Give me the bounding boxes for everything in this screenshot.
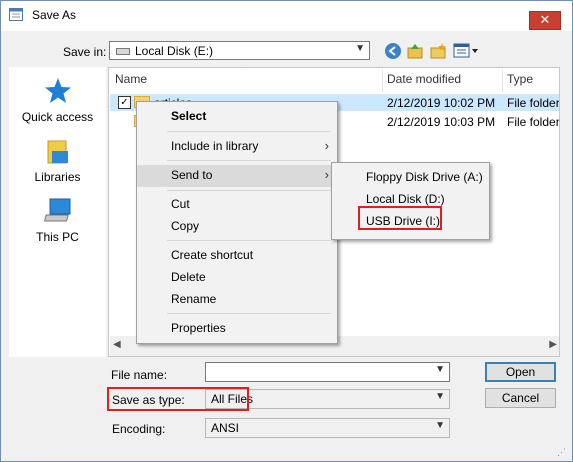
scroll-right-icon[interactable]: ▶ [549,339,557,350]
computer-icon [43,198,70,222]
column-divider[interactable] [382,70,383,92]
notepad-icon [9,8,23,21]
row-checkbox[interactable]: ✓ [118,96,131,109]
sidebar-item-this-pc[interactable]: This PC [9,197,106,244]
encoding-label: Encoding: [112,422,166,436]
file-type: File folder [507,115,560,129]
menu-separator [167,131,331,132]
close-button[interactable]: ✕ [529,11,561,30]
menu-item-cut[interactable]: Cut [137,194,337,216]
sidebar-item-libraries[interactable]: Libraries [9,139,106,184]
column-header-type[interactable]: Type [507,72,533,86]
menu-item-properties[interactable]: Properties [137,318,337,340]
menu-item-delete[interactable]: Delete [137,267,337,289]
encoding-dropdown[interactable]: ANSI ▼ [205,418,450,438]
chevron-down-icon: ▼ [435,420,445,431]
open-button[interactable]: Open [485,362,556,382]
resize-grip-icon[interactable]: ⋰ [557,447,566,458]
menu-item-label: Local Disk (D:) [366,192,445,206]
file-type: File folder [507,96,560,110]
context-menu: Select Include in library › Send to › Cut … [136,101,338,344]
menu-item-label: Create shortcut [171,248,254,262]
sidebar-item-quick-access[interactable]: Quick access [9,77,106,124]
view-menu-icon[interactable] [453,42,479,60]
menu-item-label: Properties [171,321,226,335]
save-in-label: Save in: [63,45,107,59]
save-in-value: Local Disk (E:) [135,44,214,58]
menu-item-label: Floppy Disk Drive (A:) [366,170,483,184]
menu-item-rename[interactable]: Rename [137,289,337,311]
menu-separator [167,240,331,241]
window-title: Save As [32,8,77,22]
menu-separator [167,313,331,314]
column-divider[interactable] [502,70,503,92]
chevron-right-icon: › [324,167,329,182]
sidebar-item-label: This PC [36,230,79,244]
menu-item-label: Copy [171,219,200,233]
chevron-down-icon: ▼ [355,43,365,54]
chevron-down-icon: ▼ [435,364,445,375]
title-bar: Save As ✕ [1,1,572,31]
menu-separator [167,190,331,191]
save-as-dialog: Save As ✕ Save in: Local Disk (E:) ▼ Qui… [0,0,573,462]
column-header-name[interactable]: Name [115,72,147,86]
up-folder-icon[interactable] [406,42,424,60]
sort-up-icon: ⌃ [240,67,249,76]
usb-drive-highlight [358,206,442,230]
menu-item-label: Rename [171,292,217,306]
sidebar-item-label: Libraries [34,170,81,184]
save-in-dropdown[interactable]: Local Disk (E:) ▼ [109,41,370,60]
menu-item-select[interactable]: Select [137,106,337,128]
file-date: 2/12/2019 10:03 PM [387,115,496,129]
file-name-label: File name: [111,368,168,382]
scroll-left-icon[interactable]: ◀ [113,339,121,350]
chevron-right-icon: › [324,138,329,153]
menu-item-send-to[interactable]: Send to › [137,165,337,187]
menu-item-include-in-library[interactable]: Include in library › [137,136,337,158]
menu-item-copy[interactable]: Copy [137,216,337,238]
menu-item-label: Include in library [171,139,259,153]
cancel-button[interactable]: Cancel [485,388,556,408]
menu-item-label: Cut [171,197,190,211]
drive-icon [116,48,130,55]
menu-item-label: Delete [171,270,206,284]
menu-item-create-shortcut[interactable]: Create shortcut [137,245,337,267]
new-folder-icon[interactable] [429,42,447,60]
sidebar-item-label: Quick access [21,110,94,124]
encoding-value: ANSI [211,421,240,435]
menu-item-label: Select [171,109,207,123]
star-icon [44,78,71,103]
back-icon[interactable] [384,42,402,60]
chevron-down-icon: ▼ [435,391,445,402]
menu-separator [167,160,331,161]
column-header-date[interactable]: Date modified [387,72,461,86]
menu-item-label: Send to [171,168,213,182]
file-date: 2/12/2019 10:02 PM [387,96,496,110]
save-type-highlight [107,387,249,411]
places-sidebar: Quick access Libraries This PC [9,67,106,357]
menu-item-floppy-drive[interactable]: Floppy Disk Drive (A:) [332,167,489,189]
file-name-field[interactable]: ▼ [205,362,450,382]
libraries-icon [47,140,68,164]
